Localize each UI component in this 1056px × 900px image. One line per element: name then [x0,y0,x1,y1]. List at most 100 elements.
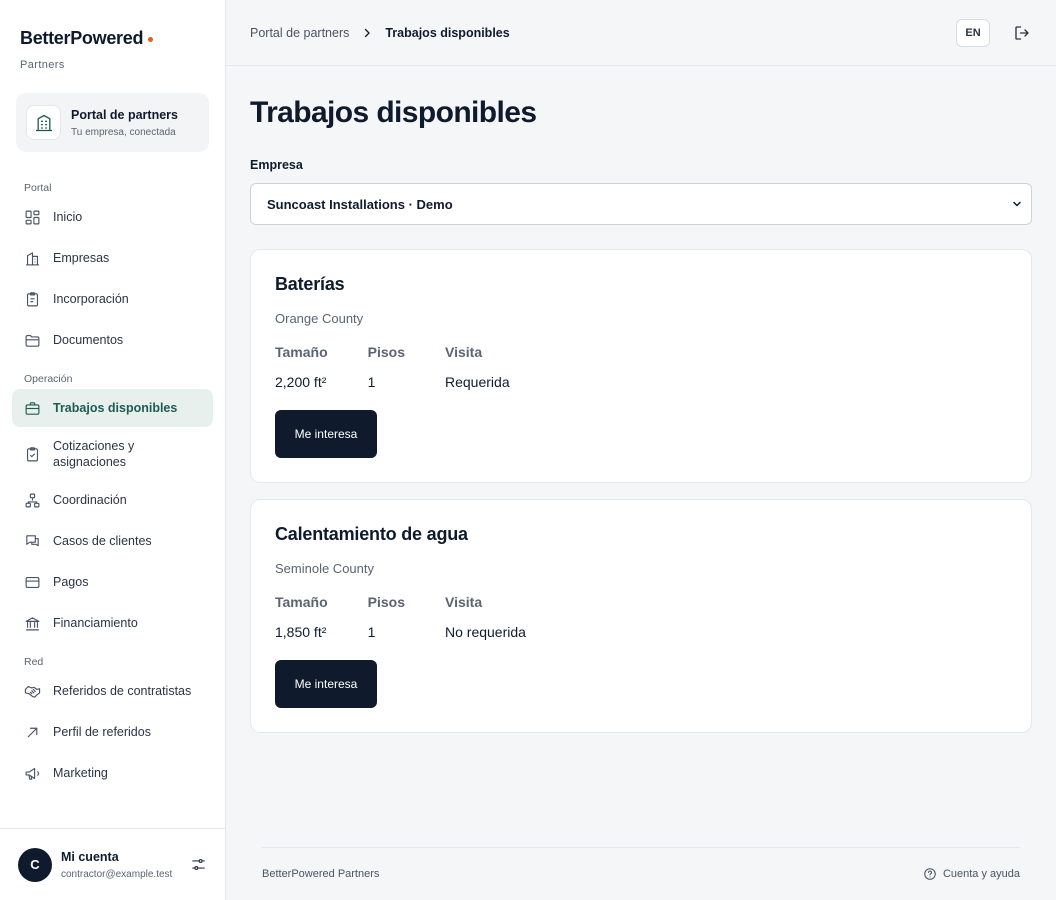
sidebar-item-label: Pagos [53,575,89,589]
account-panel[interactable]: C Mi cuenta contractor@example.test [0,828,225,900]
sidebar-item-incorporacion[interactable]: Incorporación [12,280,213,318]
nav-section-portal: Portal [24,182,52,194]
brand[interactable]: BetterPowered Partners [0,0,225,71]
interest-button[interactable]: Me interesa [275,660,377,708]
job-county: Orange County [275,311,364,326]
job-stat-size: Tamaño 2,200 ft² [275,344,328,390]
megaphone-icon [24,765,41,782]
job-stat-floors: Pisos 1 [368,344,405,390]
portal-card-subtitle: Tu empresa, conectada [71,126,176,138]
sidebar-item-financiamiento[interactable]: Financiamiento [12,604,213,642]
sidebar-item-label: Incorporación [53,292,129,306]
handshake-icon [24,683,41,700]
stat-value: Requerida [445,374,510,390]
chevron-right-icon [361,27,373,39]
portal-card-title: Portal de partners [71,107,178,122]
sliders-icon[interactable] [189,856,207,874]
sidebar-item-marketing[interactable]: Marketing [12,754,213,792]
account-email: contractor@example.test [61,868,173,880]
sidebar-item-label: Inicio [53,210,83,224]
interest-button[interactable]: Me interesa [275,410,377,458]
breadcrumb-parent[interactable]: Portal de partners [250,26,349,40]
company-select-value: Suncoast Installations · Demo [267,196,453,212]
footer: BetterPowered Partners Cuenta y ayuda [262,847,1020,900]
chat-icon [24,533,41,550]
job-stat-floors: Pisos 1 [368,594,405,640]
help-link[interactable]: Cuenta y ayuda [923,867,1020,881]
clipboard-icon [24,291,41,308]
topbar: Portal de partners Trabajos disponibles … [226,0,1056,66]
job-stat-visit: Visita Requerida [445,344,510,390]
dashboard-icon [24,209,41,226]
folder-icon [24,332,41,349]
sidebar-nav: Portal Inicio Empresas Incorporación Doc… [0,172,225,795]
sidebar: BetterPowered Partners Portal de partner… [0,0,226,900]
job-stats: Tamaño 1,850 ft² Pisos 1 Visita No reque… [275,594,1007,640]
sidebar-item-trabajos-disponibles[interactable]: Trabajos disponibles [12,389,213,427]
nav-section-red: Red [24,656,44,668]
main-area: Portal de partners Trabajos disponibles … [226,0,1056,900]
sidebar-item-empresas[interactable]: Empresas [12,239,213,277]
sidebar-item-cotizaciones[interactable]: Cotizaciones y asignaciones [12,430,213,478]
stat-label: Tamaño [275,594,328,610]
company-select[interactable]: Suncoast Installations · Demo [250,183,1032,225]
sidebar-item-pagos[interactable]: Pagos [12,563,213,601]
breadcrumb-current: Trabajos disponibles [385,25,510,40]
stat-label: Pisos [367,594,405,610]
sidebar-item-label: Financiamiento [53,616,138,630]
credit-card-icon [24,574,41,591]
brand-subtitle: Partners [20,59,65,71]
briefcase-icon [24,400,41,417]
stat-value: 1 [367,374,376,390]
brand-dot [148,37,154,42]
nav-section-operacion: Operación [24,373,73,385]
chevron-down-icon [1011,198,1023,210]
stat-label: Visita [445,344,483,360]
sidebar-item-label: Empresas [53,251,110,265]
sidebar-item-coordinacion[interactable]: Coordinación [12,481,213,519]
logout-icon[interactable] [1012,23,1032,43]
account-name: Mi cuenta [61,849,119,864]
brand-logo: BetterPowered [20,28,205,49]
job-card: Baterías Orange County Tamaño 2,200 ft² … [250,249,1032,483]
building-icon [26,105,61,140]
avatar: C [18,847,52,882]
sidebar-item-label: Referidos de contratistas [53,684,192,698]
sidebar-item-label: Trabajos disponibles [53,401,178,415]
stat-value: No requerida [445,624,526,640]
job-title: Baterías [275,274,345,294]
sidebar-item-perfil-referidos[interactable]: Perfil de referidos [12,713,213,751]
arrow-up-right-icon [24,724,41,741]
sidebar-item-inicio[interactable]: Inicio [12,198,213,236]
job-stats: Tamaño 2,200 ft² Pisos 1 Visita Requerid… [275,344,1007,390]
app-root: BetterPowered Partners Portal de partner… [0,0,1056,900]
job-title: Calentamiento de agua [275,524,468,544]
stat-value: 1 [367,624,376,640]
job-stat-visit: Visita No requerida [445,594,526,640]
stat-label: Pisos [367,344,405,360]
help-label: Cuenta y ayuda [942,868,1020,880]
sidebar-item-label: Marketing [53,766,108,780]
sidebar-item-label: Perfil de referidos [53,725,151,739]
job-card: Calentamiento de agua Seminole County Ta… [250,499,1032,733]
portal-card[interactable]: Portal de partners Tu empresa, conectada [16,93,209,152]
stat-value: 1,850 ft² [275,624,327,640]
sidebar-item-label: Cotizaciones y asignaciones [53,439,135,469]
company-label: Empresa [250,158,303,172]
stat-label: Visita [445,594,483,610]
page-title: Trabajos disponibles [250,96,537,129]
stat-label: Tamaño [275,344,328,360]
sidebar-item-label: Coordinación [53,493,127,507]
building-icon [24,250,41,267]
sidebar-item-label: Documentos [53,333,124,347]
page-content: Trabajos disponibles Empresa Suncoast In… [226,96,1056,733]
network-icon [24,492,41,509]
sidebar-item-documentos[interactable]: Documentos [12,321,213,359]
sidebar-item-referidos-contratistas[interactable]: Referidos de contratistas [12,672,213,710]
sidebar-item-casos-clientes[interactable]: Casos de clientes [12,522,213,560]
stat-value: 2,200 ft² [275,374,327,390]
bank-icon [24,615,41,632]
brand-name: BetterPowered [20,28,144,48]
sidebar-item-label: Casos de clientes [53,534,152,548]
language-button[interactable]: EN [956,18,990,47]
